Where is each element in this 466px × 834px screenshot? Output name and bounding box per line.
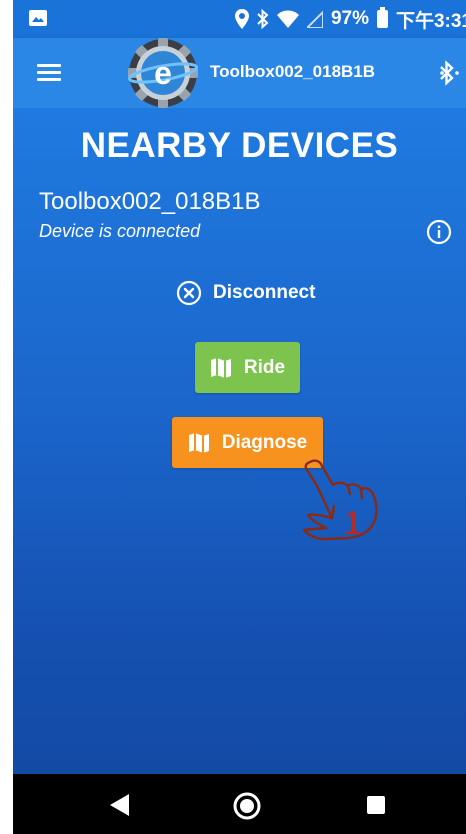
phone-screen: 97% 下午3:31 e Toolbox002_018B1B NEARBY DE…: [13, 0, 466, 834]
image-notification-icon: [29, 10, 47, 26]
back-icon[interactable]: [109, 793, 131, 817]
bluetooth-searching-icon[interactable]: [439, 60, 461, 86]
device-status: Device is connected: [39, 221, 201, 241]
page-title: NEARBY DEVICES: [80, 126, 399, 165]
map-icon: [188, 432, 209, 453]
status-bar: 97% 下午3:31: [13, 0, 466, 38]
close-circle-icon: [176, 280, 202, 306]
navigation-bar: [13, 774, 466, 834]
disconnect-label: Disconnect: [213, 282, 316, 303]
recent-apps-icon[interactable]: [367, 796, 385, 814]
app-bar: e Toolbox002_018B1B: [13, 38, 466, 108]
pointing-hand-icon: 1: [302, 459, 378, 541]
clock: 下午3:31: [395, 10, 466, 32]
app-title: Toolbox002_018B1B: [210, 62, 376, 81]
svg-text:e: e: [154, 55, 172, 91]
info-icon[interactable]: [426, 219, 452, 245]
ride-button[interactable]: Ride: [195, 342, 300, 393]
map-icon: [210, 357, 231, 378]
hamburger-menu-icon[interactable]: [37, 64, 61, 82]
ride-label: Ride: [243, 356, 286, 378]
diagnose-label: Diagnose: [221, 431, 308, 453]
battery-icon: [376, 7, 388, 28]
signal-icon: [306, 10, 323, 28]
wifi-icon: [276, 10, 299, 28]
e-gear-logo-icon: e: [127, 38, 199, 108]
device-name: Toolbox002_018B1B: [39, 188, 261, 215]
home-icon[interactable]: [232, 791, 262, 821]
location-icon: [234, 9, 249, 29]
status-icons: 97% 下午3:31: [234, 6, 466, 32]
main-content: NEARBY DEVICES Toolbox002_018B1B Device …: [13, 108, 466, 774]
disconnect-button[interactable]: Disconnect: [176, 278, 315, 308]
annotation-number: 1: [344, 505, 362, 541]
battery-percent: 97%: [330, 8, 369, 29]
bluetooth-icon: [257, 9, 269, 29]
